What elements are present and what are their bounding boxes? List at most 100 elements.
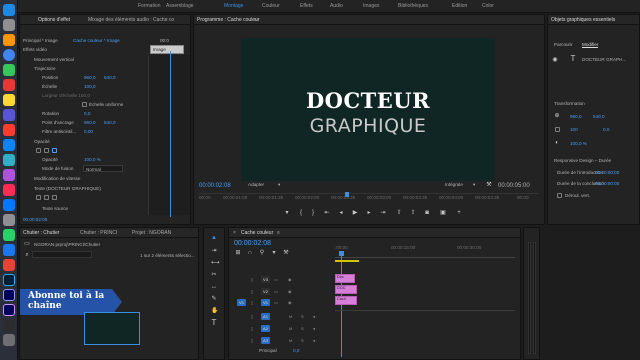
- notes-icon[interactable]: [3, 94, 15, 106]
- mask-rect-icon[interactable]: [44, 148, 49, 153]
- prop-mouvement[interactable]: Mouvement vertical: [34, 57, 74, 62]
- mask-ellipse-icon[interactable]: [36, 148, 41, 153]
- roll-checkbox[interactable]: [557, 193, 562, 198]
- program-menu-icon[interactable]: ≡: [254, 17, 257, 23]
- source-v1[interactable]: V1: [237, 299, 246, 306]
- track-v3[interactable]: V3: [261, 276, 270, 283]
- a3-solo[interactable]: S: [301, 338, 304, 343]
- v2-eye-icon[interactable]: ◉: [288, 289, 292, 294]
- text-mask-pen-icon[interactable]: [52, 195, 57, 200]
- extract-icon[interactable]: ⇪: [410, 210, 416, 216]
- go-to-out-icon[interactable]: ⇥: [380, 210, 386, 216]
- snap-icon[interactable]: ∩: [247, 250, 253, 256]
- search-icon[interactable]: ⌕: [24, 252, 30, 258]
- marker-icon[interactable]: ▾: [284, 210, 290, 216]
- blend-mode-select[interactable]: Normal: [83, 165, 123, 172]
- eg-pos-y[interactable]: 540,0: [593, 114, 605, 119]
- a2-mic-icon[interactable]: ●: [313, 326, 315, 331]
- prop-trajectoire[interactable]: Trajectoire: [34, 66, 56, 71]
- clip-v2[interactable]: DOC: [335, 285, 357, 294]
- timeline-settings-icon[interactable]: ⚒: [283, 250, 289, 256]
- music-icon[interactable]: [3, 79, 15, 91]
- lock-a3-icon[interactable]: ▯: [251, 338, 253, 343]
- premiere-icon[interactable]: [3, 289, 15, 301]
- youtube-icon[interactable]: [3, 259, 15, 271]
- lift-icon[interactable]: ⇧: [396, 210, 402, 216]
- mark-in-icon[interactable]: {: [298, 210, 304, 216]
- finder-icon[interactable]: [3, 4, 15, 16]
- selection-tool-icon[interactable]: ▲: [211, 235, 217, 241]
- workspace-tab-bibliotheques[interactable]: Bibliothèques: [398, 3, 428, 9]
- terminal-icon[interactable]: [3, 319, 15, 331]
- eg-title[interactable]: Objets graphiques essentiels: [551, 17, 615, 23]
- workspace-tab-couleur[interactable]: Couleur: [262, 3, 280, 9]
- text-mask-ellipse-icon[interactable]: [36, 195, 41, 200]
- go-to-in-icon[interactable]: ⇤: [324, 210, 330, 216]
- lock-a1-icon[interactable]: ▯: [251, 314, 253, 319]
- add-marker-icon[interactable]: ▾: [271, 250, 277, 256]
- track-a2[interactable]: A2: [261, 325, 270, 332]
- v3-eye-icon[interactable]: ◉: [288, 277, 292, 282]
- workspace-tab-images[interactable]: Images: [363, 3, 379, 9]
- eg-pos-x[interactable]: 960,0: [570, 114, 582, 119]
- safari-icon[interactable]: [3, 34, 15, 46]
- launchpad-icon[interactable]: [3, 19, 15, 31]
- v1-sync-icon[interactable]: ▭: [274, 300, 278, 305]
- eg-scale[interactable]: 100: [570, 127, 578, 132]
- workspace-tab-formation[interactable]: Formation: [138, 3, 161, 9]
- sequence-label[interactable]: Cache couleur * Image: [73, 38, 120, 43]
- a1-mute[interactable]: M: [289, 314, 292, 319]
- a1-mic-icon[interactable]: ●: [313, 314, 315, 319]
- a1-solo[interactable]: S: [301, 314, 304, 319]
- keyframe-lane[interactable]: [148, 55, 190, 215]
- lock-v1-icon[interactable]: ▯: [251, 300, 253, 305]
- linked-select-icon[interactable]: ⚲: [259, 250, 265, 256]
- eg-outro-value[interactable]: 00:00:00:00: [595, 181, 619, 186]
- timeline-menu-icon[interactable]: ≡: [277, 230, 280, 236]
- a3-mic-icon[interactable]: ●: [313, 338, 315, 343]
- text-mask-rect-icon[interactable]: [44, 195, 49, 200]
- bin-search-input[interactable]: [32, 251, 92, 258]
- maps-icon[interactable]: [3, 154, 15, 166]
- program-ruler[interactable]: 00:00 00:00:01:00 00:00:01:25 00:00:02:0…: [199, 193, 539, 201]
- anchor-y[interactable]: 540,0: [104, 120, 116, 125]
- uniform-scale-checkbox[interactable]: [82, 102, 87, 107]
- opacity-value[interactable]: 100,0 %: [84, 157, 101, 162]
- comparison-icon[interactable]: ▣: [440, 210, 446, 216]
- program-title[interactable]: Programme : Cache couleur: [197, 17, 260, 23]
- tab-audio-mixer[interactable]: Mixage des éléments audio : Cache co: [88, 17, 174, 23]
- add-button-icon[interactable]: +: [456, 210, 462, 216]
- eye-icon[interactable]: ◉: [552, 57, 558, 63]
- a2-mute[interactable]: M: [289, 326, 292, 331]
- timeline-close-icon[interactable]: ×: [233, 230, 236, 236]
- ec-footer-timecode[interactable]: 00:00:02:08: [23, 217, 47, 222]
- tl-work-area[interactable]: [335, 260, 359, 262]
- settings-icon[interactable]: [3, 214, 15, 226]
- track-v2[interactable]: V2: [261, 288, 270, 295]
- chrome-icon[interactable]: [3, 49, 15, 61]
- ripple-edit-icon[interactable]: ⟷: [211, 260, 220, 266]
- step-back-icon[interactable]: ◂: [338, 210, 344, 216]
- podcasts-icon[interactable]: [3, 169, 15, 181]
- fit-dropdown[interactable]: Adapter ▾: [248, 182, 288, 190]
- position-y[interactable]: 540,0: [104, 75, 116, 80]
- eg-tab-browse[interactable]: Parcourir: [554, 42, 573, 47]
- eg-rotation[interactable]: 0,0: [603, 127, 609, 132]
- facebook-icon[interactable]: [3, 244, 15, 256]
- play-icon[interactable]: ▶: [352, 210, 358, 216]
- calendar-icon[interactable]: [3, 124, 15, 136]
- tab-project[interactable]: Projet : NGORAN: [132, 230, 171, 236]
- lock-v2-icon[interactable]: ▯: [251, 289, 253, 294]
- eg-layer-name[interactable]: DOCTEUR GRAPH...: [582, 57, 626, 62]
- whatsapp-icon[interactable]: [3, 229, 15, 241]
- antiflicker-value[interactable]: 0,00: [84, 129, 93, 134]
- tab-bin-chutier[interactable]: Chutier : Chutier: [23, 230, 59, 236]
- rotation-value[interactable]: 0,0: [84, 111, 90, 116]
- workspace-tab-color[interactable]: Color: [482, 3, 494, 9]
- nest-icon[interactable]: ⊞: [235, 250, 241, 256]
- program-video-frame[interactable]: DOCTEUR GRAPHIQUE: [241, 38, 495, 181]
- tab-bin-princi[interactable]: Chutier : PRINCI: [80, 230, 117, 236]
- step-forward-icon[interactable]: ▸: [366, 210, 372, 216]
- v2-sync-icon[interactable]: ▭: [274, 289, 278, 294]
- track-a3[interactable]: A3: [261, 337, 270, 344]
